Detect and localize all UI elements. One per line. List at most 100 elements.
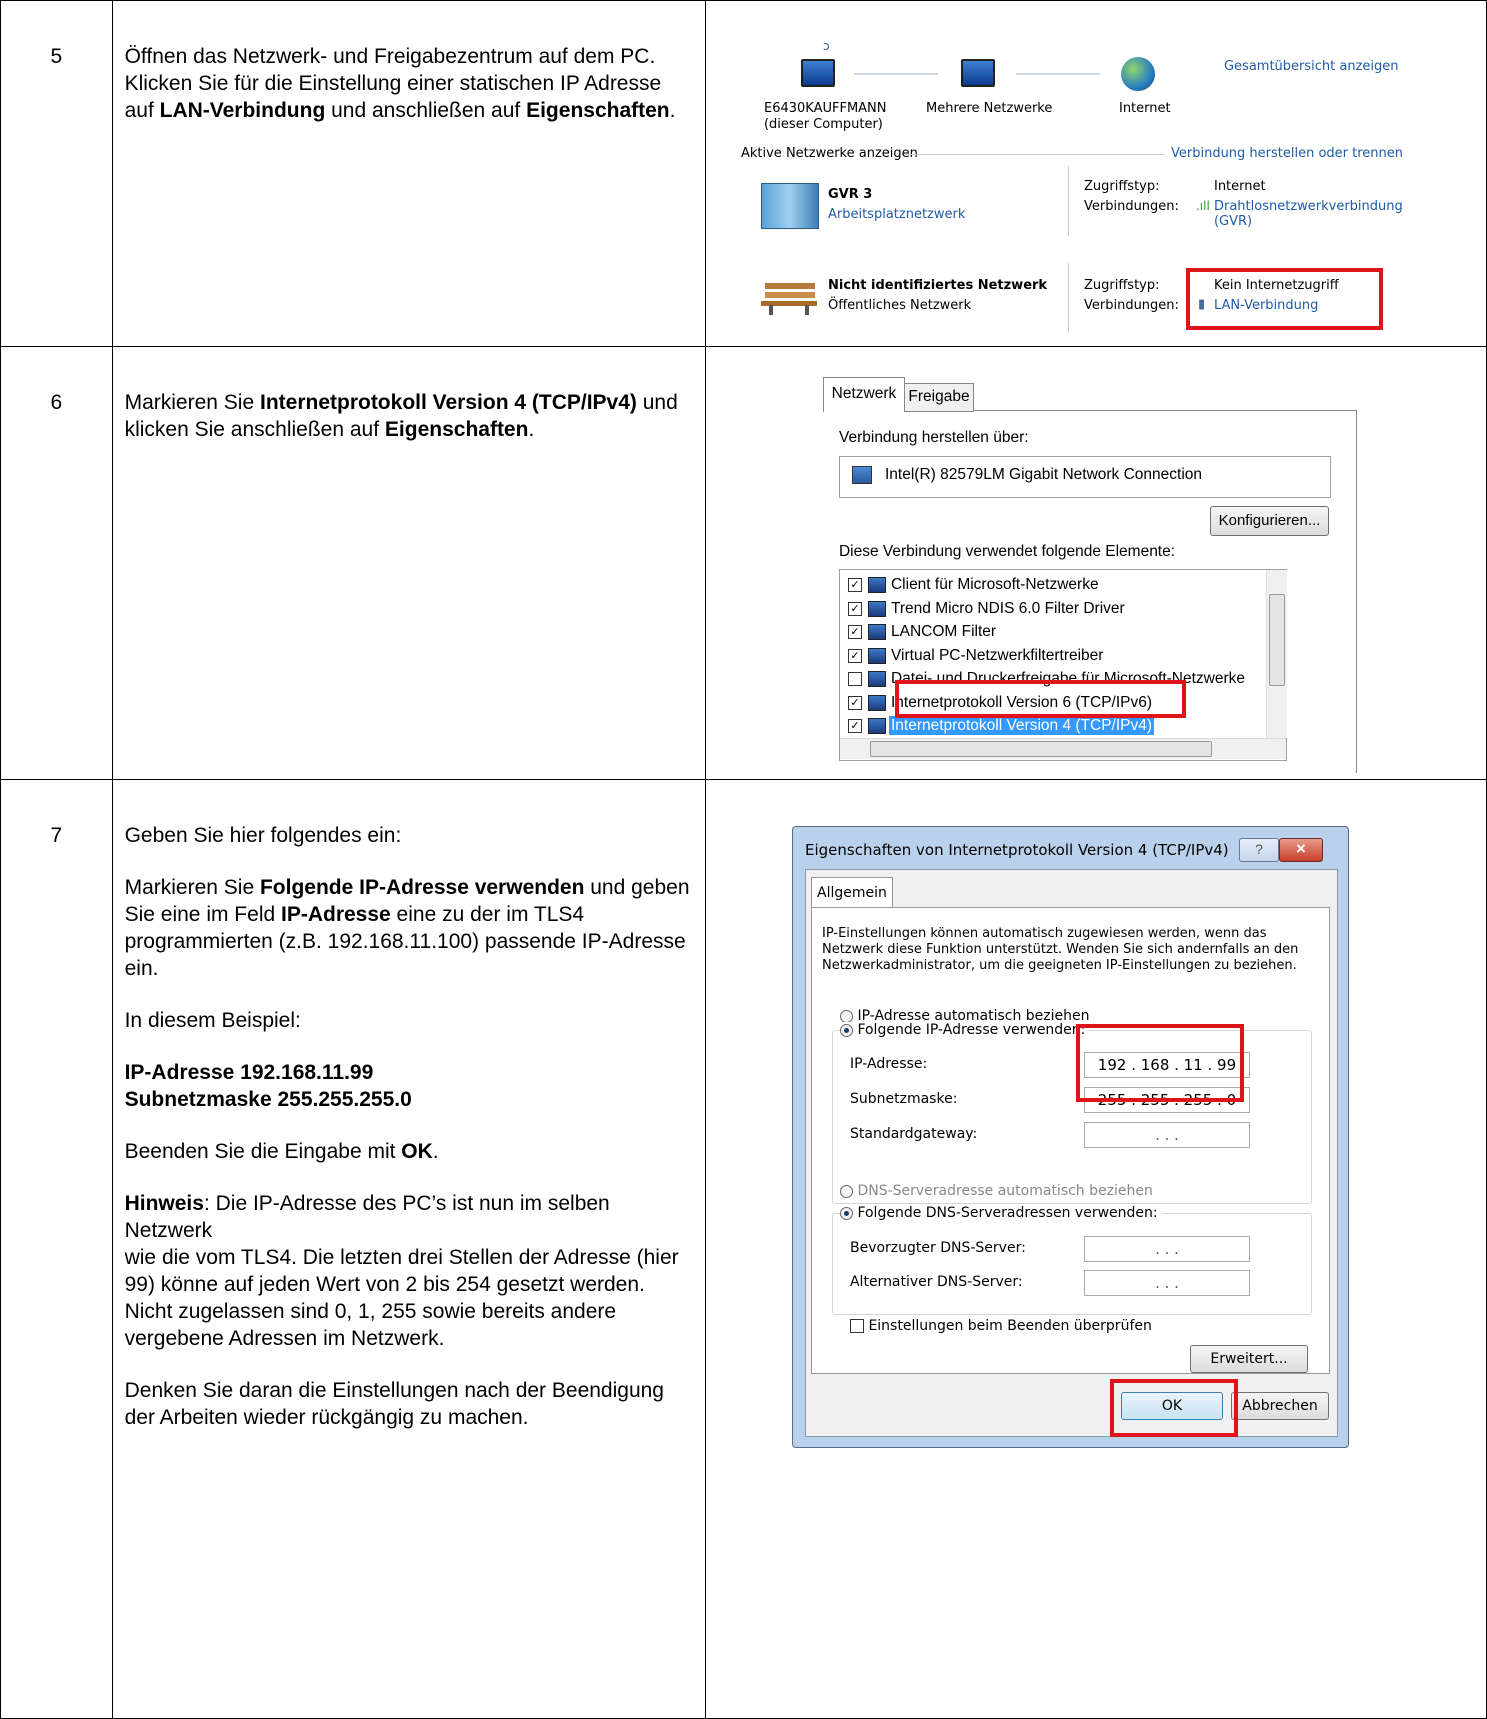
tab-general[interactable]: Allgemein — [810, 877, 893, 908]
preferred-dns-input[interactable]: . . . — [1083, 1236, 1250, 1262]
radio-auto-ip[interactable] — [839, 1009, 853, 1023]
step-paragraph: Hinweis: Die IP-Adresse des PC’s ist nun… — [125, 1190, 691, 1352]
highlight-box — [1185, 268, 1383, 330]
overview-link[interactable]: Gesamtübersicht anzeigen — [1224, 59, 1399, 74]
element-list-item[interactable]: ✓ Client für Microsoft-Netzwerke — [847, 576, 1101, 598]
computer-name: E6430KAUFFMANN — [763, 101, 887, 116]
dialog-title: Eigenschaften von Internetprotokoll Vers… — [804, 841, 1229, 859]
adapter-icon — [851, 466, 872, 484]
gateway-input[interactable]: . . . — [1083, 1122, 1250, 1148]
step-paragraph: Geben Sie hier folgendes ein: — [125, 822, 691, 849]
radio-manual-ip[interactable] — [839, 1023, 853, 1037]
connections-label: Verbindungen: — [1083, 298, 1179, 313]
bold-text: Eigenschaften — [384, 418, 529, 441]
bold-text: LAN-Verbindung — [159, 99, 326, 122]
element-checkbox[interactable]: ✓ — [847, 625, 862, 639]
horizontal-scrollbar[interactable] — [839, 738, 1286, 759]
validate-checkbox[interactable] — [849, 1319, 864, 1333]
multi-network-label: Mehrere Netzwerke — [925, 101, 1053, 116]
wifi-icon: .ıll — [1195, 199, 1210, 213]
work-network-icon — [760, 183, 819, 229]
step-number: 6 — [0, 346, 113, 780]
element-checkbox[interactable] — [847, 672, 862, 686]
advanced-button[interactable]: Erweitert... — [1189, 1345, 1308, 1373]
text-run: . — [669, 99, 676, 122]
computer-sub: (dieser Computer) — [763, 117, 883, 132]
close-button[interactable]: × — [1278, 838, 1323, 862]
element-list-item[interactable]: ✓ Trend Micro NDIS 6.0 Filter Driver — [847, 600, 1127, 622]
network1-type-link[interactable]: Arbeitsplatznetzwerk — [828, 207, 965, 222]
element-list-item[interactable]: ✓ Internetprotokoll Version 4 (TCP/IPv4) — [847, 716, 1155, 739]
internet-label: Internet — [1118, 101, 1171, 116]
text-run: Geben Sie hier folgendes ein: — [124, 824, 402, 847]
network2-name: Nicht identifiziertes Netzwerk — [827, 278, 1048, 293]
step-paragraph: Denken Sie daran die Einstellungen nach … — [125, 1377, 691, 1431]
bold-text: OK — [401, 1140, 433, 1163]
element-checkbox[interactable]: ✓ — [847, 719, 862, 733]
component-icon — [867, 647, 886, 664]
step-text: Öffnen das Netzwerk- und Freigabezentrum… — [111, 0, 706, 347]
element-list-item[interactable]: ✓ Virtual PC-Netzwerkfiltertreiber — [847, 647, 1105, 669]
network-center-screenshot: ɔ E6430KAUFFMANN (dieser Computer) Mehre… — [706, 1, 1486, 346]
bold-text: Subnetzmaske 255.255.255.0 — [124, 1088, 412, 1111]
element-checkbox[interactable]: ✓ — [847, 648, 862, 663]
component-icon — [867, 718, 886, 734]
step-paragraph: Markieren Sie Folgende IP-Adresse verwen… — [125, 874, 691, 982]
step-paragraph: Öffnen das Netzwerk- und Freigabezentrum… — [125, 43, 691, 124]
alternate-dns-input[interactable]: . . . — [1083, 1270, 1250, 1296]
dns1-label: Bevorzugter DNS-Server: — [849, 1240, 1026, 1256]
tab-network[interactable]: Netzwerk — [822, 377, 905, 412]
radio-manual-dns-label: Folgende DNS-Serveradressen verwenden: — [857, 1205, 1158, 1221]
step-number: 7 — [0, 779, 113, 1719]
step-screenshot: Netzwerk Freigabe Verbindung herstellen … — [704, 346, 1487, 780]
connect-disconnect-link[interactable]: Verbindung herstellen oder trennen — [1171, 146, 1403, 161]
bold-text: Hinweis — [124, 1192, 204, 1215]
step-paragraph: In diesem Beispiel: — [125, 1007, 691, 1034]
wifi-connection-sub[interactable]: (GVR) — [1214, 214, 1403, 229]
instruction-table: 5 Öffnen das Netzwerk- und Freigabezentr… — [0, 0, 1487, 1719]
step-screenshot: ɔ E6430KAUFFMANN (dieser Computer) Mehre… — [704, 0, 1487, 347]
bench-icon — [760, 283, 817, 315]
step-paragraph: IP-Adresse 192.168.11.99 Subnetzmaske 255… — [125, 1059, 691, 1113]
active-networks-label: Aktive Netzwerke anzeigen — [740, 146, 918, 161]
radio-manual-ip-label: Folgende IP-Adresse verwenden: — [857, 1022, 1086, 1038]
step-paragraph: Markieren Sie Internetprotokoll Version … — [125, 389, 691, 443]
radio-manual-dns[interactable] — [839, 1206, 853, 1220]
ip-label: IP-Adresse: — [849, 1056, 928, 1072]
network-icon — [960, 59, 995, 87]
radio-auto-dns-label: DNS-Serveradresse automatisch beziehen — [857, 1183, 1153, 1199]
component-icon — [867, 600, 886, 617]
text-run: In diesem Beispiel: — [124, 1009, 301, 1032]
document: 5 Öffnen das Netzwerk- und Freigabezentr… — [0, 0, 1487, 1719]
computer-icon — [800, 59, 835, 87]
info-text: IP-Einstellungen können automatisch zuge… — [821, 926, 1299, 973]
step-number: 5 — [0, 0, 113, 347]
component-icon — [867, 694, 886, 711]
highlight-box — [1109, 1379, 1238, 1437]
cancel-button[interactable]: Abbrechen — [1230, 1392, 1329, 1420]
highlight-box — [894, 680, 1186, 718]
element-list-item[interactable]: ✓ LANCOM Filter — [847, 623, 998, 645]
text-run: Beenden Sie die Eingabe mit — [124, 1140, 402, 1163]
elements-label: Diese Verbindung verwendet folgende Elem… — [838, 543, 1176, 560]
element-checkbox[interactable]: ✓ — [847, 578, 862, 592]
network1-name: GVR 3 — [827, 187, 873, 202]
adapter-properties-screenshot: Netzwerk Freigabe Verbindung herstellen … — [706, 347, 1486, 779]
element-checkbox[interactable]: ✓ — [847, 601, 862, 616]
connections-label: Verbindungen: — [1083, 199, 1179, 214]
element-checkbox[interactable]: ✓ — [847, 695, 862, 710]
ipv4-dialog: Eigenschaften von Internetprotokoll Vers… — [791, 826, 1349, 1448]
text-run: Markieren Sie — [124, 391, 260, 414]
tab-sharing[interactable]: Freigabe — [903, 383, 974, 412]
element-label: Client für Microsoft-Netzwerke — [890, 576, 1099, 593]
vertical-scrollbar[interactable] — [1265, 570, 1287, 738]
component-icon — [867, 671, 886, 687]
access-type-label: Zugriffstyp: — [1083, 278, 1160, 293]
radio-auto-dns[interactable] — [839, 1184, 853, 1198]
help-button[interactable]: ? — [1238, 838, 1279, 862]
connect-via-label: Verbindung herstellen über: — [838, 429, 1029, 446]
configure-button[interactable]: Konfigurieren... — [1209, 506, 1329, 536]
component-icon — [867, 577, 886, 593]
network1-access: Internet — [1213, 179, 1266, 194]
wifi-connection-link[interactable]: Drahtlosnetzwerkverbindung — [1214, 199, 1403, 214]
